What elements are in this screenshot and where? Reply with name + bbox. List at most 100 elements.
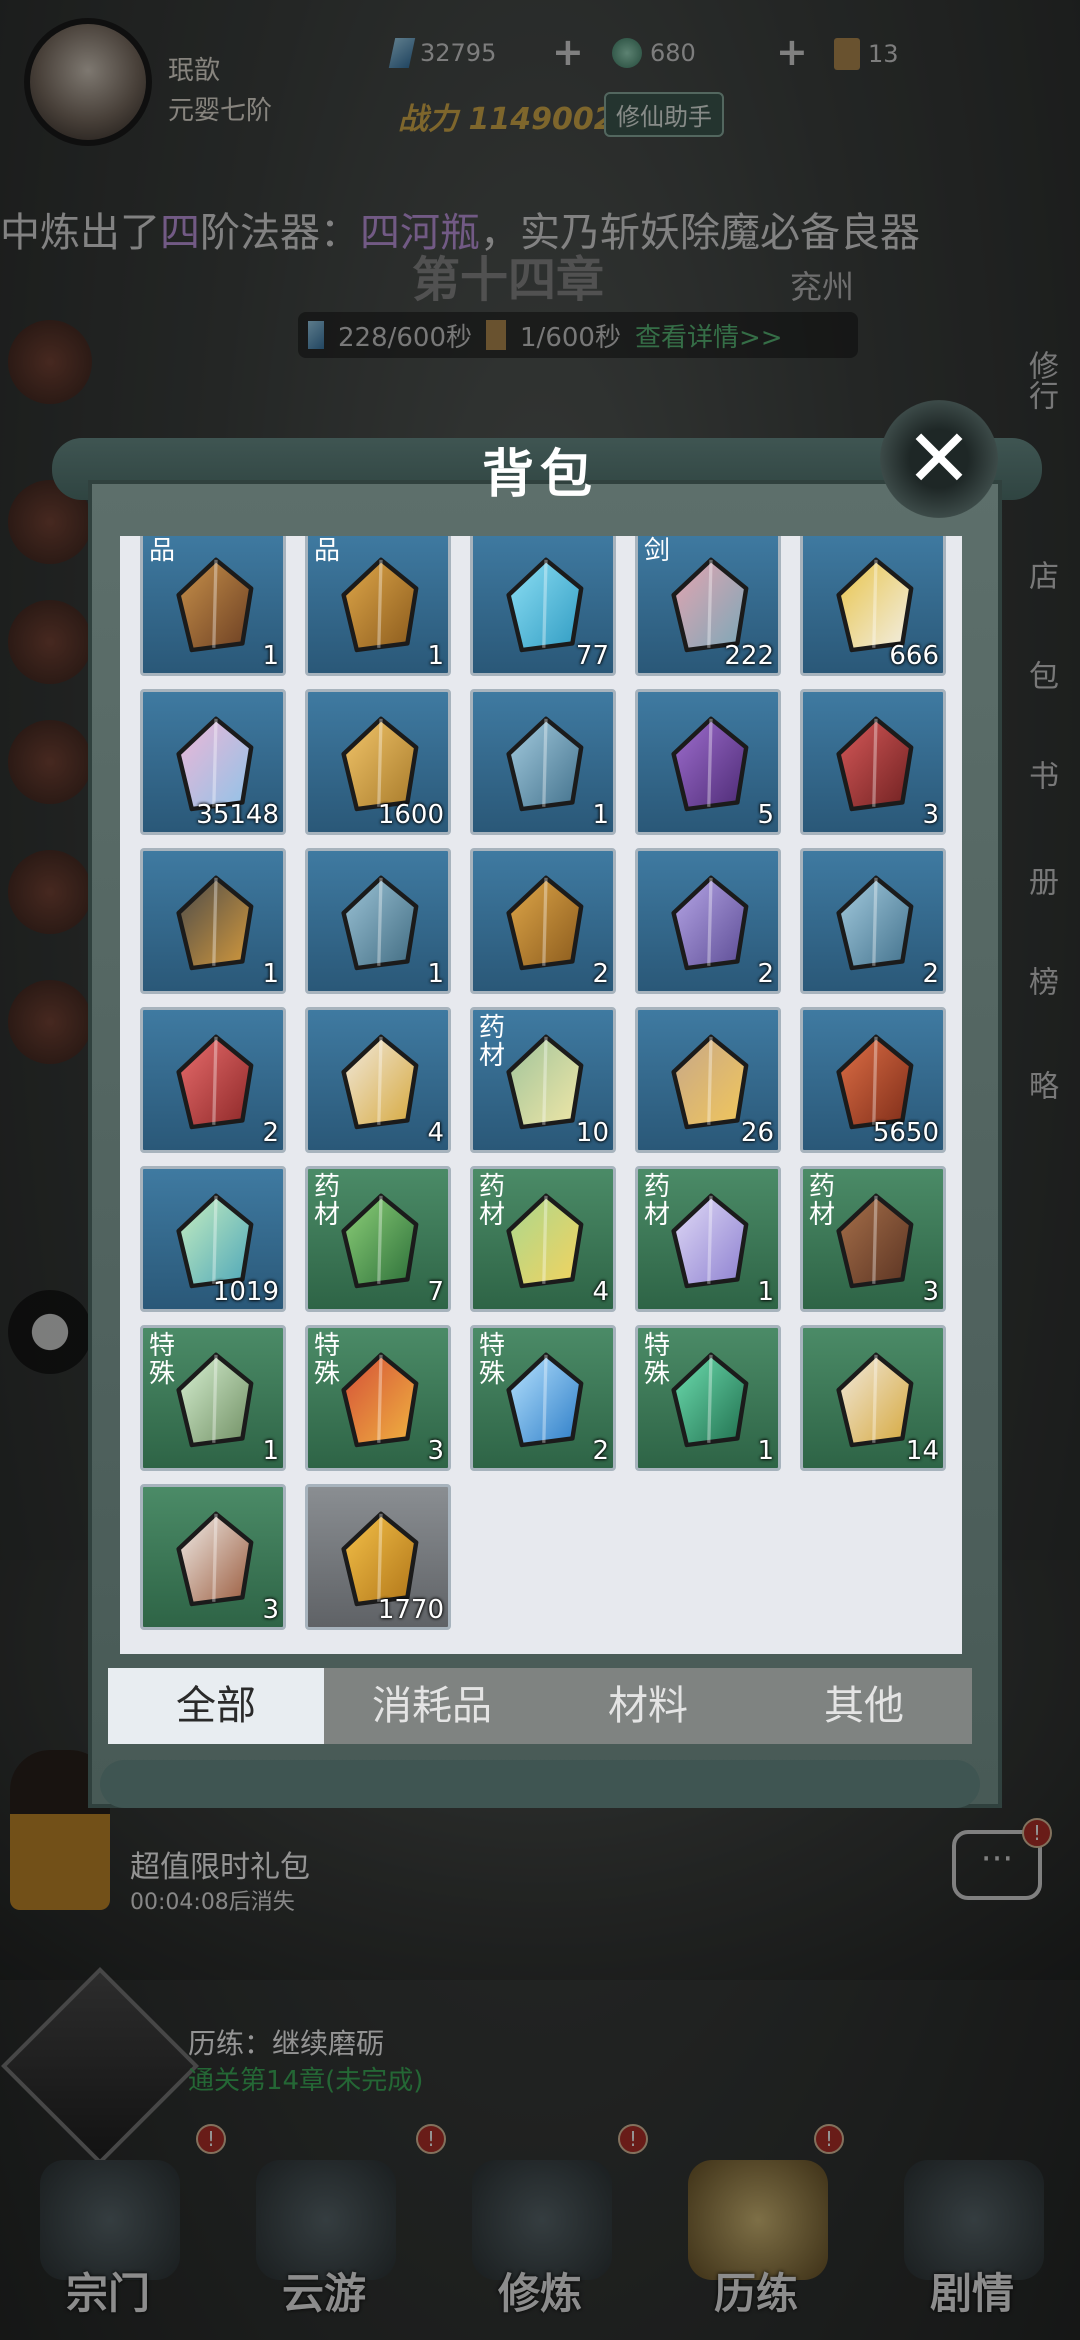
item-quantity: 4	[592, 1277, 609, 1307]
dark-ore-icon	[176, 875, 254, 971]
bag-slot[interactable]: 特殊 3	[305, 1325, 451, 1471]
bag-slot[interactable]: 药材 10	[470, 1007, 616, 1153]
item-tag: 药材	[479, 1013, 506, 1071]
bag-slot[interactable]: 1019	[140, 1166, 286, 1312]
sprout-icon	[341, 1193, 419, 1289]
lotus-icon	[671, 1193, 749, 1289]
succulent-icon	[506, 1193, 584, 1289]
item-tag: 特殊	[314, 1331, 341, 1389]
item-quantity: 2	[592, 959, 609, 989]
item-quantity: 10	[575, 1118, 609, 1148]
close-button[interactable]: ✕	[880, 400, 998, 518]
item-tag: 药材	[644, 1172, 671, 1230]
item-quantity: 3	[922, 1277, 939, 1307]
item-tag: 药材	[809, 1172, 836, 1230]
item-quantity: 666	[889, 641, 939, 671]
pill-bottle-icon	[341, 1034, 419, 1130]
bag-item-panel[interactable]: 品 1 品 1 77 剑 222 666 35148 1600 1 5 3 1 1 2 2 2 2 4 药材 10 26 56…	[120, 536, 962, 1654]
bag-slot[interactable]: 1	[305, 848, 451, 994]
bag-slot[interactable]: 品1	[140, 536, 286, 676]
item-quantity: 2	[262, 1118, 279, 1148]
lilac-crystal-icon	[671, 875, 749, 971]
item-tag: 品	[149, 536, 176, 566]
item-quantity: 1	[757, 1277, 774, 1307]
bag-slot[interactable]: 2	[140, 1007, 286, 1153]
item-quantity: 1	[592, 800, 609, 830]
item-quantity: 1	[757, 1436, 774, 1466]
bag-slot[interactable]: 1	[470, 689, 616, 835]
vase-icon	[176, 1511, 254, 1607]
item-quantity: 5650	[872, 1118, 939, 1148]
bag-slot[interactable]: 14	[800, 1325, 946, 1471]
bag-slot[interactable]: 2	[800, 848, 946, 994]
item-tag: 特殊	[644, 1331, 671, 1389]
item-quantity: 1	[262, 959, 279, 989]
bag-slot[interactable]: 77	[470, 536, 616, 676]
item-quantity: 1	[262, 641, 279, 671]
lingzhi-icon	[836, 1193, 914, 1289]
bag-slot[interactable]: 666	[800, 536, 946, 676]
item-quantity: 2	[922, 959, 939, 989]
red-shard-icon	[836, 716, 914, 812]
amber-stone-icon	[506, 875, 584, 971]
bag-slot[interactable]: 药材 7	[305, 1166, 451, 1312]
bag-slot[interactable]: 26	[635, 1007, 781, 1153]
item-quantity: 1	[427, 959, 444, 989]
red-crystal-icon	[176, 1034, 254, 1130]
item-quantity: 5	[757, 800, 774, 830]
bag-item-grid: 品 1 品 1 77 剑 222 666 35148 1600 1 5 3 1 1 2 2 2 2 4 药材 10 26 56…	[140, 536, 946, 1630]
item-tag: 药材	[479, 1172, 506, 1230]
bag-slot[interactable]: 品1	[305, 536, 451, 676]
bag-slot[interactable]: 1600	[305, 689, 451, 835]
tab-all[interactable]: 全部	[108, 1668, 324, 1744]
bag-slot[interactable]: 5	[635, 689, 781, 835]
bag-slot[interactable]: 剑 222	[635, 536, 781, 676]
item-tag: 特殊	[479, 1331, 506, 1389]
item-quantity: 1600	[377, 800, 444, 830]
bag-slot[interactable]: 2	[470, 848, 616, 994]
item-quantity: 1	[427, 641, 444, 671]
tab-materials[interactable]: 材料	[540, 1668, 756, 1744]
purple-crystal-icon	[671, 716, 749, 812]
bag-slot[interactable]: 药材 3	[800, 1166, 946, 1312]
item-quantity: 26	[740, 1118, 774, 1148]
item-quantity: 1770	[377, 1595, 444, 1625]
bag-slot[interactable]: 药材 4	[470, 1166, 616, 1312]
item-quantity: 3	[262, 1595, 279, 1625]
bamboo-icon	[176, 1352, 254, 1448]
item-quantity: 3	[427, 1436, 444, 1466]
bag-slot[interactable]: 3	[140, 1484, 286, 1630]
item-quantity: 7	[427, 1277, 444, 1307]
blue-crystal-icon	[836, 875, 914, 971]
item-quantity: 4	[427, 1118, 444, 1148]
amber-stone-icon	[341, 557, 419, 653]
blue-crystal-icon	[506, 716, 584, 812]
bag-tabs: 全部 消耗品 材料 其他	[108, 1668, 972, 1744]
brush-icon	[176, 557, 254, 653]
bag-slot[interactable]: 2	[635, 848, 781, 994]
item-quantity: 2	[592, 1436, 609, 1466]
jade-token-icon	[671, 1352, 749, 1448]
robe-icon	[341, 1352, 419, 1448]
tab-other[interactable]: 其他	[756, 1668, 972, 1744]
item-quantity: 1019	[212, 1277, 279, 1307]
item-quantity: 2	[757, 959, 774, 989]
tab-consumables[interactable]: 消耗品	[324, 1668, 540, 1744]
item-tag: 药材	[314, 1172, 341, 1230]
bag-slot[interactable]: 特殊 1	[140, 1325, 286, 1471]
bag-slot[interactable]: 5650	[800, 1007, 946, 1153]
item-quantity: 35148	[196, 800, 279, 830]
item-quantity: 77	[575, 641, 609, 671]
item-tag: 特殊	[149, 1331, 176, 1389]
bag-slot[interactable]: 药材 1	[635, 1166, 781, 1312]
blue-orb-icon	[506, 1352, 584, 1448]
crystal-cluster-icon	[341, 875, 419, 971]
bag-slot[interactable]: 1	[140, 848, 286, 994]
bag-slot[interactable]: 特殊 1	[635, 1325, 781, 1471]
bag-slot[interactable]: 35148	[140, 689, 286, 835]
bag-slot[interactable]: 3	[800, 689, 946, 835]
item-quantity: 1	[262, 1436, 279, 1466]
bag-slot[interactable]: 4	[305, 1007, 451, 1153]
bag-slot[interactable]: 特殊 2	[470, 1325, 616, 1471]
bag-slot[interactable]: 1770	[305, 1484, 451, 1630]
